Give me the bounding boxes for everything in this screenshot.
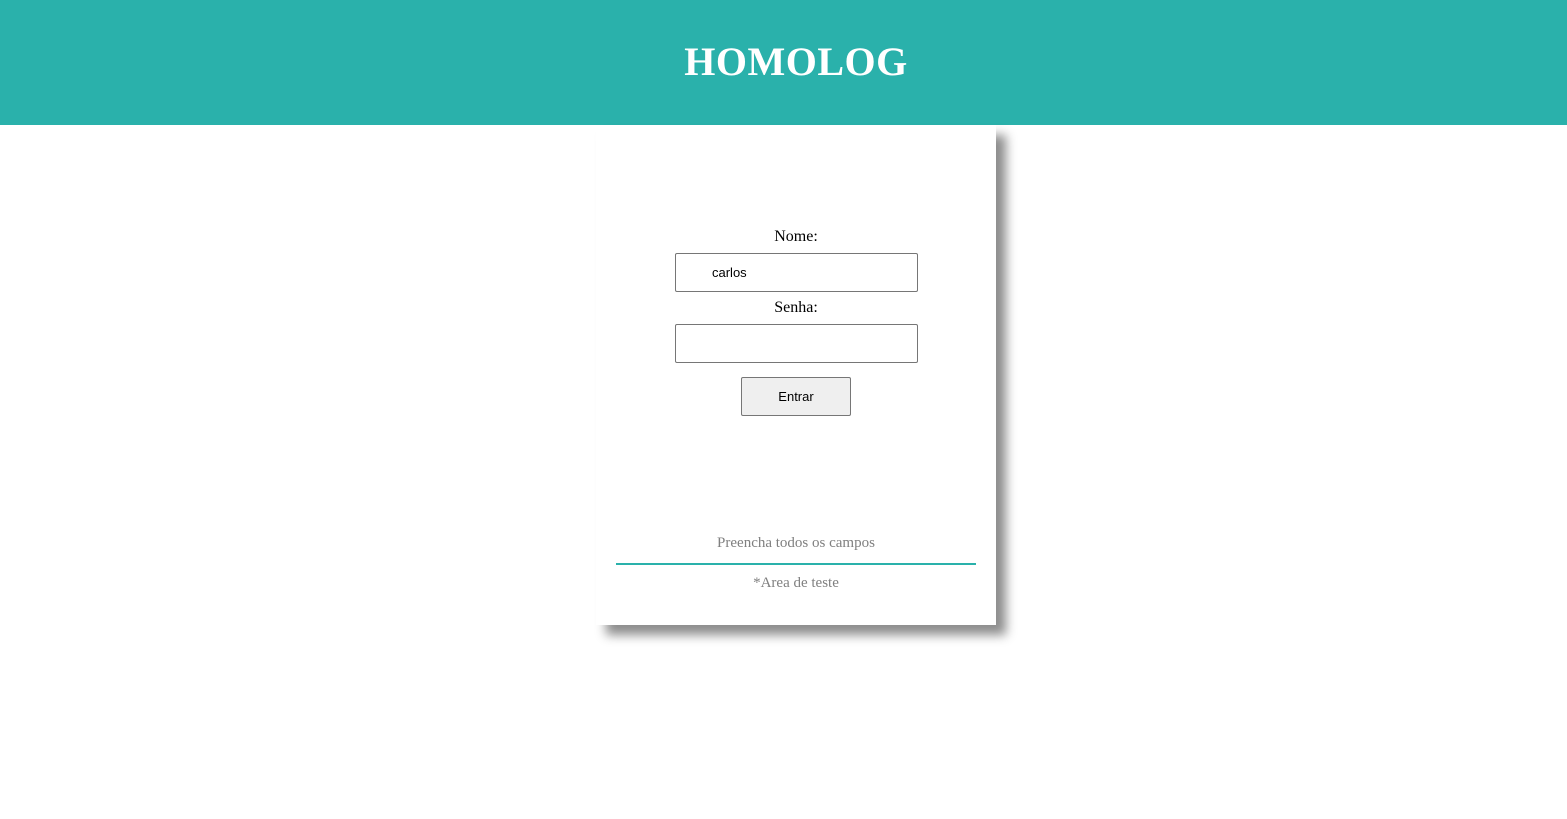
name-label: Nome: (774, 228, 818, 245)
submit-button[interactable]: Entrar (741, 377, 851, 416)
login-card: Nome: Senha: Entrar Preencha todos os ca… (596, 125, 996, 625)
name-input[interactable] (675, 253, 918, 292)
password-label: Senha: (774, 299, 818, 316)
password-input[interactable] (675, 324, 918, 363)
status-message: Preencha todos os campos (717, 535, 875, 551)
page-header: HOMOLOG (0, 0, 1567, 125)
page-title: HOMOLOG (684, 39, 908, 84)
divider (616, 563, 976, 565)
footnote: *Area de teste (753, 575, 839, 591)
